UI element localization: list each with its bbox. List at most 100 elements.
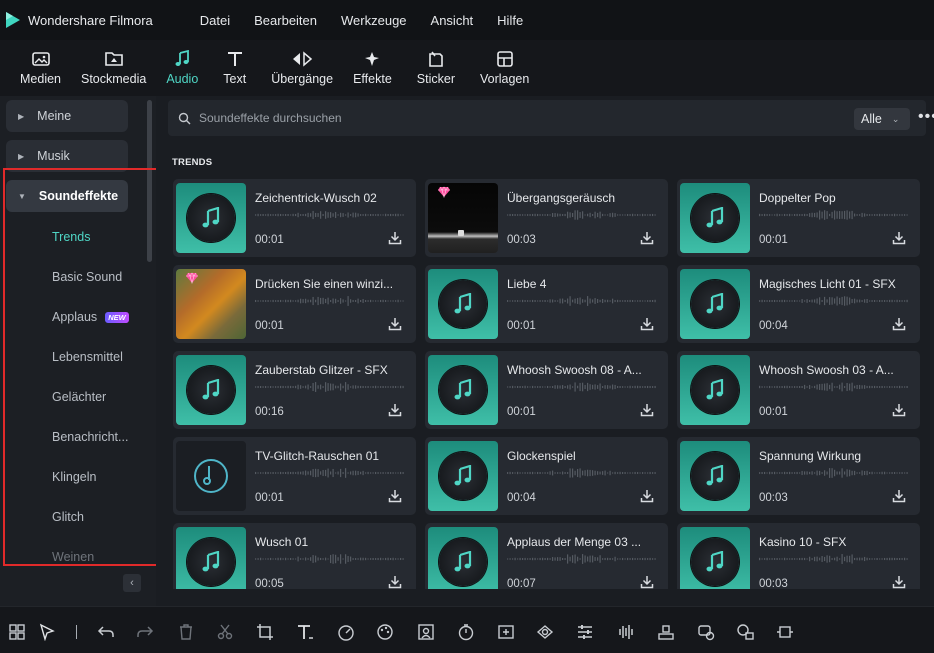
templates-icon xyxy=(496,51,513,67)
sound-duration: 00:01 xyxy=(759,406,788,418)
music-disc-icon xyxy=(691,194,739,242)
download-icon[interactable] xyxy=(892,489,906,506)
sound-card[interactable]: TV-Glitch-Rauschen 01 00:01 xyxy=(173,437,416,515)
sound-card[interactable]: Doppelter Pop 00:01 xyxy=(677,179,920,257)
title-bar: Wondershare Filmora Datei Bearbeiten Wer… xyxy=(0,0,934,40)
sound-thumbnail[interactable] xyxy=(176,355,246,425)
download-icon[interactable] xyxy=(640,489,654,506)
download-icon[interactable] xyxy=(640,231,654,248)
tab-audio[interactable]: Audio xyxy=(156,40,208,96)
sound-thumbnail[interactable] xyxy=(680,269,750,339)
download-icon[interactable] xyxy=(640,575,654,589)
sound-card[interactable]: Kasino 10 - SFX 00:03 xyxy=(677,523,920,589)
download-icon[interactable] xyxy=(388,231,402,248)
search-input[interactable] xyxy=(199,111,699,125)
effects-icon xyxy=(365,52,380,66)
sound-thumbnail[interactable] xyxy=(428,269,498,339)
sound-title: Kasino 10 - SFX xyxy=(759,535,847,549)
menu-datei[interactable]: Datei xyxy=(188,13,242,28)
menu-bearbeiten[interactable]: Bearbeiten xyxy=(242,13,329,28)
sound-thumbnail[interactable] xyxy=(176,269,246,339)
sound-thumbnail[interactable] xyxy=(680,527,750,589)
music-disc-icon xyxy=(439,452,487,500)
sound-card[interactable]: Glockenspiel 00:04 xyxy=(425,437,668,515)
download-icon[interactable] xyxy=(892,317,906,334)
color-icon[interactable] xyxy=(376,623,394,641)
stabilize-icon[interactable] xyxy=(657,623,675,641)
adjust-icon[interactable] xyxy=(576,623,594,641)
layout-icon[interactable] xyxy=(8,623,26,641)
sound-card[interactable]: Übergangsgeräusch 00:03 xyxy=(425,179,668,257)
timer-icon[interactable] xyxy=(457,623,475,641)
sound-card[interactable]: Whoosh Swoosh 03 - A... 00:01 xyxy=(677,351,920,429)
chevron-down-icon: ⌄ xyxy=(891,113,900,124)
sidebar-group-meine[interactable]: ▶ Meine xyxy=(6,100,128,132)
tab-medien[interactable]: Medien xyxy=(10,40,71,96)
voice-icon[interactable] xyxy=(697,623,715,641)
sound-thumbnail[interactable] xyxy=(176,441,246,511)
sound-thumbnail[interactable] xyxy=(176,527,246,589)
sound-card[interactable]: Zauberstab Glitzer - SFX 00:16 xyxy=(173,351,416,429)
sound-title: Doppelter Pop xyxy=(759,191,836,205)
menu-hilfe[interactable]: Hilfe xyxy=(485,13,535,28)
speech-icon[interactable] xyxy=(736,623,754,641)
sound-thumbnail[interactable] xyxy=(176,183,246,253)
sound-card[interactable]: Zeichentrick-Wusch 02 00:01 xyxy=(173,179,416,257)
trim-icon[interactable] xyxy=(776,623,794,641)
tab-uebergaenge[interactable]: Übergänge xyxy=(261,40,343,96)
tab-stockmedia[interactable]: Stockmedia xyxy=(71,40,156,96)
tab-text[interactable]: Text xyxy=(208,40,261,96)
tab-vorlagen[interactable]: Vorlagen xyxy=(470,40,539,96)
sound-thumbnail[interactable] xyxy=(428,183,498,253)
cut-icon[interactable] xyxy=(216,623,234,641)
sound-thumbnail[interactable] xyxy=(680,355,750,425)
sound-thumbnail[interactable] xyxy=(428,527,498,589)
collapse-sidebar-button[interactable]: ‹ xyxy=(123,574,141,592)
sound-card[interactable]: Magisches Licht 01 - SFX 00:04 xyxy=(677,265,920,343)
sidebar-group-label: Meine xyxy=(37,109,72,123)
undo-icon[interactable] xyxy=(97,623,115,641)
filter-dropdown[interactable]: Alle ⌄ xyxy=(854,108,910,130)
download-icon[interactable] xyxy=(388,403,402,420)
sound-card[interactable]: Drücken Sie einen winzi... 00:01 xyxy=(173,265,416,343)
sound-card[interactable]: Liebe 4 00:01 xyxy=(425,265,668,343)
redo-icon[interactable] xyxy=(136,623,154,641)
sticker-icon xyxy=(429,51,443,67)
download-icon[interactable] xyxy=(640,317,654,334)
premium-gem-icon xyxy=(185,272,199,287)
menu-werkzeuge[interactable]: Werkzeuge xyxy=(329,13,419,28)
text-tool-icon[interactable] xyxy=(296,623,314,641)
sound-card[interactable]: Applaus der Menge 03 ... 00:07 xyxy=(425,523,668,589)
download-icon[interactable] xyxy=(892,403,906,420)
sound-title: Magisches Licht 01 - SFX xyxy=(759,277,896,291)
download-icon[interactable] xyxy=(388,317,402,334)
download-icon[interactable] xyxy=(388,575,402,589)
mask-icon[interactable] xyxy=(536,623,554,641)
delete-icon[interactable] xyxy=(177,623,195,641)
tab-effekte[interactable]: Effekte xyxy=(343,40,402,96)
freeze-icon[interactable] xyxy=(497,623,515,641)
audio-wave-icon[interactable] xyxy=(617,623,635,641)
crop-icon[interactable] xyxy=(256,623,274,641)
media-icon xyxy=(31,52,50,66)
download-icon[interactable] xyxy=(640,403,654,420)
speed-icon[interactable] xyxy=(337,623,355,641)
sound-thumbnail[interactable] xyxy=(428,441,498,511)
menu-ansicht[interactable]: Ansicht xyxy=(419,13,486,28)
select-pointer-icon[interactable] xyxy=(38,623,56,641)
sound-card[interactable]: Wusch 01 00:05 xyxy=(173,523,416,589)
download-icon[interactable] xyxy=(892,231,906,248)
tab-sticker[interactable]: Sticker xyxy=(402,40,470,96)
ai-portrait-icon[interactable] xyxy=(417,623,435,641)
sound-card[interactable]: Whoosh Swoosh 08 - A... 00:01 xyxy=(425,351,668,429)
download-icon[interactable] xyxy=(892,575,906,589)
sound-thumbnail[interactable] xyxy=(428,355,498,425)
music-disc-icon xyxy=(187,366,235,414)
download-icon[interactable] xyxy=(388,489,402,506)
sound-thumbnail[interactable] xyxy=(680,441,750,511)
sound-thumbnail[interactable] xyxy=(680,183,750,253)
caret-right-icon: ▶ xyxy=(18,111,25,121)
music-disc-icon xyxy=(439,280,487,328)
more-options-icon[interactable]: ••• xyxy=(918,109,934,125)
sound-card[interactable]: Spannung Wirkung 00:03 xyxy=(677,437,920,515)
